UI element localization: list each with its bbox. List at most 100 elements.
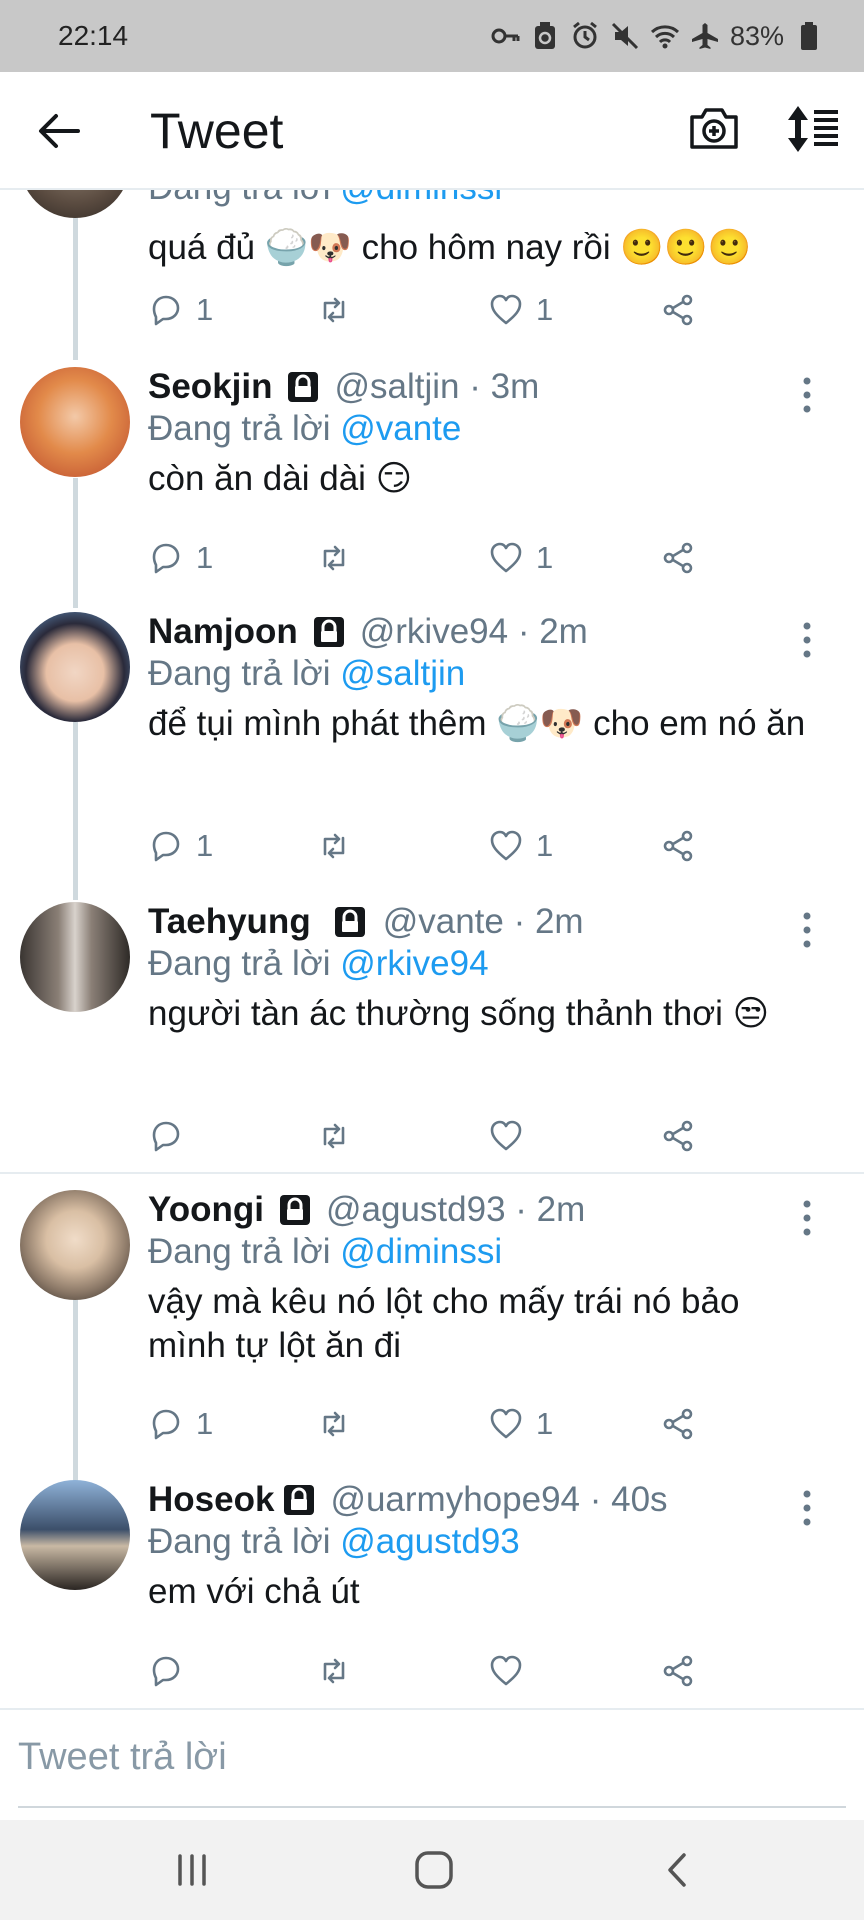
back-nav-icon[interactable] [656, 1850, 700, 1890]
reply-input-underline [18, 1806, 846, 1808]
avatar[interactable] [20, 1190, 130, 1300]
reply-count: 1 [196, 292, 214, 327]
share-button[interactable] [660, 1406, 696, 1442]
handle-time: @agustd93 · 2m [326, 1190, 586, 1229]
reply-button[interactable]: 1 [148, 292, 213, 328]
avatar[interactable] [20, 1480, 130, 1590]
tweet-actions [148, 1118, 708, 1158]
share-button[interactable] [660, 1118, 696, 1154]
like-button[interactable]: 1 [488, 828, 553, 864]
avatar[interactable] [20, 190, 130, 218]
tweet-text: quá đủ 🍚🐶 cho hôm nay rồi 🙂🙂🙂 [148, 228, 752, 267]
tweet-text: còn ăn dài dài 😏 [148, 459, 413, 498]
back-arrow-icon[interactable] [36, 108, 82, 154]
tweet-actions: 1 1 [148, 540, 708, 580]
tweet-text: em với chả út [148, 1572, 360, 1611]
reply-button[interactable] [148, 1118, 196, 1154]
like-button[interactable]: 1 [488, 292, 553, 328]
tweet-actions: 1 1 [148, 828, 708, 868]
mention-link[interactable]: @saltjin [340, 654, 465, 693]
reply-icon [152, 1121, 180, 1152]
avatar[interactable] [20, 367, 130, 477]
more-vertical-icon[interactable] [795, 1198, 819, 1238]
mute-icon [610, 21, 640, 51]
reply-icon [152, 1656, 180, 1687]
avatar[interactable] [20, 612, 130, 722]
share-button[interactable] [660, 540, 696, 576]
system-nav-bar [0, 1820, 864, 1920]
lock-icon [280, 1195, 310, 1225]
tweet[interactable]: Đang trả lời @diminssi quá đủ 🍚🐶 cho hôm… [0, 190, 864, 370]
more-vertical-icon[interactable] [795, 620, 819, 660]
app-header: Tweet [0, 72, 864, 190]
retweet-button[interactable] [316, 1653, 352, 1689]
share-button[interactable] [660, 292, 696, 328]
mention-link[interactable]: @rkive94 [340, 944, 488, 983]
tweet-actions: 1 1 [148, 1406, 708, 1446]
tweet-author: Seokjin @saltjin · 3m [148, 367, 539, 407]
like-button[interactable] [488, 1118, 536, 1154]
camera-plus-icon[interactable] [688, 102, 740, 154]
handle-time: @saltjin · 3m [334, 367, 540, 406]
tweet-author: Hoseok @uarmyhope94 · 40s [148, 1480, 668, 1520]
avatar[interactable] [20, 902, 130, 1012]
share-icon [663, 1408, 693, 1440]
status-time: 22:14 [58, 20, 129, 51]
reply-icon [152, 543, 180, 574]
mention-link[interactable]: @diminssi [340, 190, 502, 207]
share-button[interactable] [660, 828, 696, 864]
battery-icon [794, 21, 824, 51]
share-icon [663, 294, 693, 326]
battery-percentage: 83% [729, 20, 784, 51]
like-button[interactable]: 1 [488, 1406, 553, 1442]
retweet-button[interactable] [316, 1118, 352, 1154]
mention-link[interactable]: @vante [340, 409, 461, 448]
share-button[interactable] [660, 1653, 696, 1689]
retweet-button[interactable] [316, 540, 352, 576]
like-button[interactable]: 1 [488, 540, 553, 576]
more-vertical-icon[interactable] [795, 910, 819, 950]
display-name[interactable]: Namjoon [148, 612, 298, 652]
tweet[interactable]: Namjoon @rkive94 · 2m Đang trả lời @salt… [0, 610, 864, 900]
retweet-icon [323, 1658, 345, 1684]
retweet-button[interactable] [316, 828, 352, 864]
more-vertical-icon[interactable] [795, 375, 819, 415]
lock-icon [313, 617, 344, 647]
retweet-button[interactable] [316, 1406, 352, 1442]
replying-to: Đang trả lời @diminssi [148, 1232, 503, 1271]
tweet[interactable]: Hoseok @uarmyhope94 · 40s Đang trả lời @… [0, 1478, 864, 1708]
home-icon[interactable] [412, 1850, 456, 1890]
retweet-button[interactable] [316, 292, 352, 328]
handle-time: @rkive94 · 2m [359, 612, 588, 651]
display-name[interactable]: Taehyung [148, 902, 311, 942]
reply-composer[interactable]: Tweet trả lời [0, 1710, 864, 1812]
like-button[interactable] [488, 1653, 536, 1689]
display-name[interactable]: Yoongi [148, 1190, 264, 1230]
retweet-icon [323, 297, 345, 323]
reply-input-placeholder[interactable]: Tweet trả lời [18, 1736, 227, 1779]
handle-time: @uarmyhope94 · 40s [330, 1480, 668, 1519]
reply-button[interactable]: 1 [148, 540, 213, 576]
tweet[interactable]: Yoongi @agustd93 · 2m Đang trả lời @dimi… [0, 1188, 864, 1478]
sort-icon[interactable] [786, 104, 840, 154]
reply-button[interactable] [148, 1653, 196, 1689]
retweet-icon [323, 545, 345, 571]
share-icon [663, 1120, 693, 1152]
heart-icon [490, 542, 522, 573]
reply-count: 1 [196, 828, 214, 863]
tweet-author: Yoongi @agustd93 · 2m [148, 1190, 585, 1230]
recent-apps-icon[interactable] [170, 1850, 214, 1890]
display-name[interactable]: Seokjin [148, 367, 272, 407]
reply-button[interactable]: 1 [148, 1406, 213, 1442]
reply-button[interactable]: 1 [148, 828, 213, 864]
display-name[interactable]: Hoseok [148, 1480, 274, 1520]
mention-link[interactable]: @agustd93 [340, 1522, 520, 1561]
tweet[interactable]: Seokjin @saltjin · 3m Đang trả lời @vant… [0, 365, 864, 605]
like-count: 1 [536, 1406, 554, 1441]
retweet-icon [323, 1411, 345, 1437]
more-vertical-icon[interactable] [795, 1488, 819, 1528]
mention-link[interactable]: @diminssi [340, 1232, 502, 1271]
replying-to: Đang trả lời @saltjin [148, 654, 466, 693]
share-icon [663, 830, 693, 862]
tweet[interactable]: Taehyung @vante · 2m Đang trả lời @rkive… [0, 900, 864, 1170]
